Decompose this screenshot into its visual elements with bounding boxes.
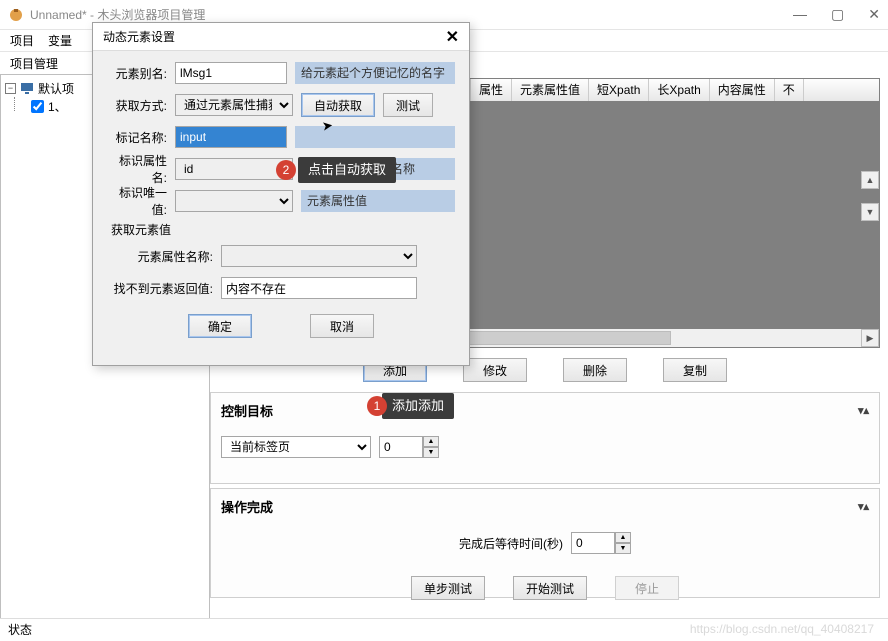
missing-return-input[interactable] <box>221 277 417 299</box>
th-short-xpath[interactable]: 短Xpath <box>589 79 649 101</box>
tab-index-input[interactable] <box>379 436 423 458</box>
scroll-up-button[interactable]: ▲ <box>861 171 879 189</box>
spin-down-button[interactable]: ▼ <box>615 543 631 554</box>
attr-name-label: 标识属性名: <box>107 152 167 186</box>
unique-val-select[interactable] <box>175 190 293 212</box>
auto-fetch-button[interactable]: 自动获取 <box>301 93 375 117</box>
test-button[interactable]: 测试 <box>383 93 433 117</box>
menu-project[interactable]: 项目 <box>10 32 34 49</box>
current-tab-select[interactable]: 当前标签页 <box>221 436 371 458</box>
th-attr-val[interactable]: 元素属性值 <box>512 79 589 101</box>
dialog-close-button[interactable]: ✕ <box>446 27 459 47</box>
callout-1: 1 添加添加 <box>382 393 454 419</box>
alias-label: 元素别名: <box>107 65 167 82</box>
operation-done-title: 操作完成 <box>221 497 273 516</box>
monitor-icon <box>20 81 34 95</box>
unique-val-label: 标识唯一值: <box>107 184 167 218</box>
app-icon <box>8 7 24 23</box>
alias-input[interactable] <box>175 62 287 84</box>
panel-collapse-icon[interactable]: ▾▴ <box>858 404 869 417</box>
missing-return-label: 找不到元素返回值: <box>107 280 213 297</box>
tag-input[interactable] <box>175 126 287 148</box>
stop-button[interactable]: 停止 <box>615 576 679 600</box>
unique-val-hint: 元素属性值 <box>301 190 455 212</box>
dialog-title: 动态元素设置 <box>103 28 175 45</box>
method-label: 获取方式: <box>107 97 167 114</box>
menu-variable[interactable]: 变量 <box>48 32 72 49</box>
dialog-titlebar: 动态元素设置 ✕ <box>93 23 469 51</box>
scroll-down-button[interactable]: ▼ <box>861 203 879 221</box>
tree-child-checkbox[interactable] <box>31 100 44 113</box>
window-title: Unnamed* - 木头浏览器项目管理 <box>30 6 205 23</box>
th-overflow[interactable]: 不 <box>775 79 804 101</box>
tab-index-spinner[interactable]: ▲ ▼ <box>379 436 439 458</box>
scroll-right-button[interactable]: ▶ <box>861 329 879 347</box>
ok-button[interactable]: 确定 <box>188 314 252 338</box>
spin-down-button[interactable]: ▼ <box>423 447 439 458</box>
prop-name-select[interactable] <box>221 245 417 267</box>
alias-hint: 给元素起个方便记忆的名字 <box>295 62 455 84</box>
method-select[interactable]: 通过元素属性捕获 <box>175 94 293 116</box>
cursor-icon: ➤ <box>321 117 334 134</box>
cancel-button[interactable]: 取消 <box>310 314 374 338</box>
start-test-button[interactable]: 开始测试 <box>513 576 587 600</box>
th-long-xpath[interactable]: 长Xpath <box>649 79 709 101</box>
spin-up-button[interactable]: ▲ <box>423 436 439 447</box>
callout-2-badge: 2 <box>276 160 296 180</box>
window-minimize-button[interactable]: — <box>793 6 807 23</box>
wait-time-spinner[interactable]: ▲ ▼ <box>571 532 631 554</box>
tree-root-label: 默认项 <box>38 80 74 97</box>
wait-time-input[interactable] <box>571 532 615 554</box>
callout-2: 点击自动获取 <box>298 157 396 183</box>
tag-hint <box>295 126 455 148</box>
watermark-text: https://blog.csdn.net/qq_40408217 <box>690 622 874 636</box>
modify-button[interactable]: 修改 <box>463 358 527 382</box>
control-target-title: 控制目标 <box>221 401 273 420</box>
window-maximize-button[interactable]: ▢ <box>831 6 844 23</box>
th-attr[interactable]: 属性 <box>471 79 512 101</box>
step-test-button[interactable]: 单步测试 <box>411 576 485 600</box>
th-content-attr[interactable]: 内容属性 <box>710 79 775 101</box>
delete-button[interactable]: 删除 <box>563 358 627 382</box>
prop-name-label: 元素属性名称: <box>107 248 213 265</box>
submenu-project-manage[interactable]: 项目管理 <box>10 55 58 72</box>
status-label: 状态 <box>8 623 32 637</box>
tag-label: 标记名称: <box>107 129 167 146</box>
window-close-button[interactable]: ✕ <box>868 6 880 23</box>
control-target-panel: 控制目标 ▾▴ 当前标签页 ▲ ▼ <box>210 392 880 484</box>
get-value-group-title: 获取元素值 <box>111 221 455 238</box>
panel-collapse-icon[interactable]: ▾▴ <box>858 500 869 513</box>
tree-child-label: 1、 <box>48 98 67 115</box>
callout-1-badge: 1 <box>367 396 387 416</box>
wait-time-label: 完成后等待时间(秒) <box>459 535 563 552</box>
spin-up-button[interactable]: ▲ <box>615 532 631 543</box>
callout-1-text: 添加添加 <box>392 398 444 413</box>
copy-button[interactable]: 复制 <box>663 358 727 382</box>
operation-done-panel: 操作完成 ▾▴ 完成后等待时间(秒) ▲ ▼ 单步测试 开始测试 停止 <box>210 488 880 598</box>
callout-2-text: 点击自动获取 <box>308 162 386 177</box>
dynamic-element-dialog: 动态元素设置 ✕ 元素别名: 给元素起个方便记忆的名字 获取方式: 通过元素属性… <box>92 22 470 366</box>
tree-collapse-icon[interactable]: − <box>5 83 16 94</box>
